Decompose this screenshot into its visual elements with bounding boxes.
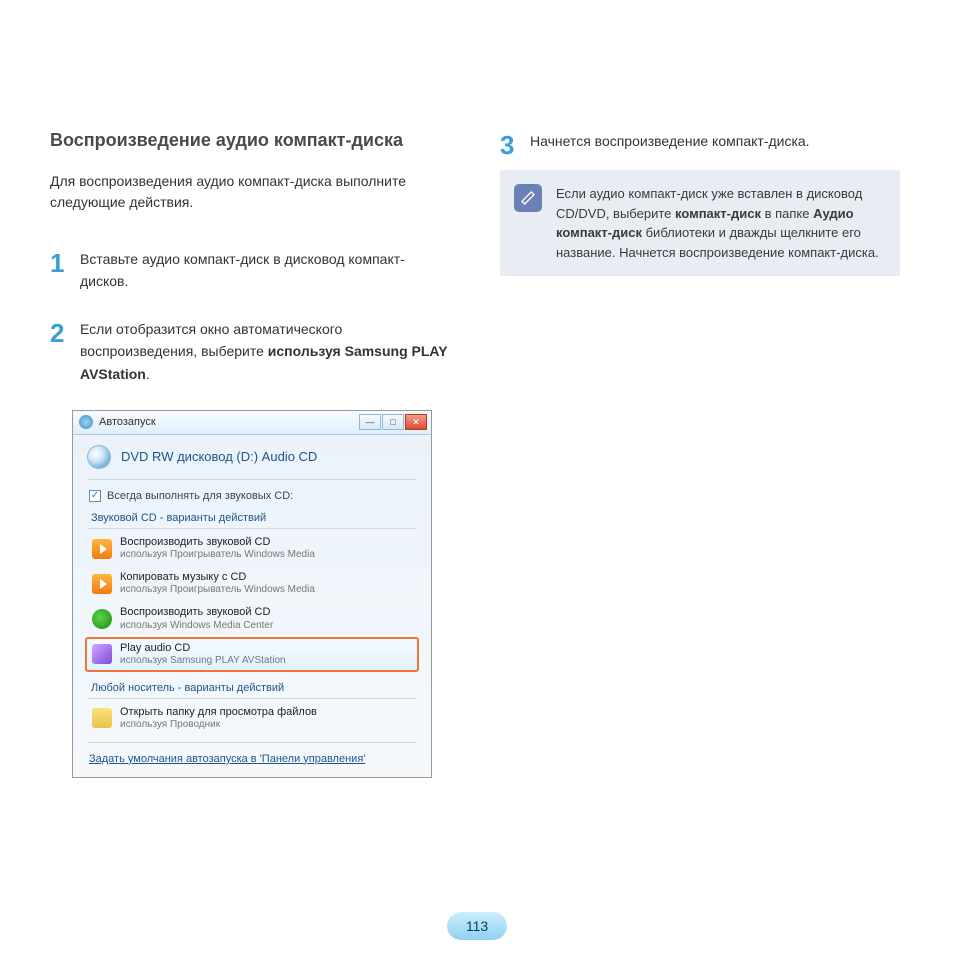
- note-pencil-icon: [514, 184, 542, 212]
- always-label: Всегда выполнять для звуковых CD:: [107, 490, 293, 502]
- step-number-2: 2: [50, 313, 64, 355]
- step-number-1: 1: [50, 243, 64, 285]
- autoplay-window: Автозапуск — □ ✕ DVD RW дисковод (D:) Au…: [72, 410, 432, 778]
- step-2: 2 Если отобразится окно автоматического …: [50, 318, 450, 385]
- step-1-text: Вставьте аудио компакт-диск в дисковод к…: [80, 248, 450, 293]
- intro-text: Для воспроизведения аудио компакт-диска …: [50, 171, 450, 213]
- section-title: Воспроизведение аудио компакт-диска: [50, 130, 450, 151]
- group-audio-cd: Звуковой CD - варианты действий: [73, 506, 431, 526]
- autoplay-icon: [79, 415, 93, 429]
- folder-icon: [92, 708, 112, 728]
- media-center-icon: [92, 609, 112, 629]
- disc-icon: [87, 445, 111, 469]
- step-3: 3 Начнется воспроизведение компакт-диска…: [500, 130, 900, 152]
- note-box: Если аудио компакт-диск уже вставлен в д…: [500, 170, 900, 276]
- drive-row: DVD RW дисковод (D:) Audio CD: [73, 435, 431, 477]
- always-row: ✓ Всегда выполнять для звуковых CD:: [73, 482, 431, 506]
- option-play-samsung[interactable]: Play audio CD используя Samsung PLAY AVS…: [85, 637, 419, 672]
- step-3-text: Начнется воспроизведение компакт-диска.: [530, 130, 900, 152]
- play-icon: [92, 574, 112, 594]
- option-open-folder[interactable]: Открыть папку для просмотра файлов испол…: [85, 701, 419, 736]
- drive-label: DVD RW дисковод (D:) Audio CD: [121, 449, 317, 464]
- note-text: Если аудио компакт-диск уже вставлен в д…: [556, 184, 886, 262]
- always-checkbox[interactable]: ✓: [89, 490, 101, 502]
- group-any-media: Любой носитель - варианты действий: [73, 676, 431, 696]
- window-title: Автозапуск: [99, 416, 359, 428]
- option-list-2: Открыть папку для просмотра файлов испол…: [73, 701, 431, 740]
- minimize-button[interactable]: —: [359, 414, 381, 430]
- option-list-1: Воспроизводить звуковой CD используя Про…: [73, 531, 431, 676]
- samsung-icon: [92, 644, 112, 664]
- autoplay-defaults-link[interactable]: Задать умолчания автозапуска в 'Панели у…: [89, 753, 365, 765]
- maximize-button[interactable]: □: [382, 414, 404, 430]
- play-icon: [92, 539, 112, 559]
- step-1: 1 Вставьте аудио компакт-диск в дисковод…: [50, 248, 450, 293]
- close-button[interactable]: ✕: [405, 414, 427, 430]
- option-rip-wmp[interactable]: Копировать музыку с CD используя Проигры…: [85, 566, 419, 601]
- option-play-mc[interactable]: Воспроизводить звуковой CD используя Win…: [85, 601, 419, 636]
- step-number-3: 3: [500, 125, 514, 167]
- option-play-wmp[interactable]: Воспроизводить звуковой CD используя Про…: [85, 531, 419, 566]
- page-number: 113: [447, 912, 507, 940]
- window-titlebar: Автозапуск — □ ✕: [73, 411, 431, 435]
- step-2-text: Если отобразится окно автоматического во…: [80, 318, 450, 385]
